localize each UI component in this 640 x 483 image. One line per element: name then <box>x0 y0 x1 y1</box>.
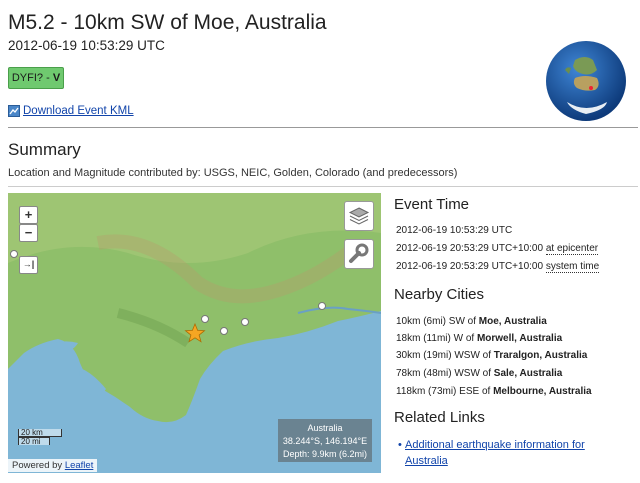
nearby-cities-heading: Nearby Cities <box>394 286 485 303</box>
epicenter-label[interactable]: at epicenter <box>545 243 599 255</box>
bullet-icon: • <box>398 439 402 451</box>
event-time-epicenter: 2012-06-19 20:53:29 UTC+10:00 at epicent… <box>396 243 599 255</box>
event-map[interactable]: + − →| Australia 38.244°S, 146.194°E Dep… <box>8 193 381 473</box>
city-name: Moe, Australia <box>478 316 547 327</box>
powered-by-text: Powered by <box>12 460 63 471</box>
system-time-label[interactable]: system time <box>545 261 600 273</box>
event-time-system: 2012-06-19 20:53:29 UTC+10:00 system tim… <box>396 261 600 273</box>
header-divider <box>8 127 638 128</box>
additional-info-link[interactable]: Additional earthquake information for Au… <box>405 439 585 467</box>
city-marker-3 <box>241 318 249 326</box>
event-time-heading: Event Time <box>394 196 470 213</box>
city-marker-2 <box>220 327 228 335</box>
nearby-city-item: 18km (11mi) W of Morwell, Australia <box>396 333 562 344</box>
city-name: Morwell, Australia <box>476 333 563 344</box>
info-region: Australia <box>307 423 343 433</box>
city-name: Sale, Australia <box>493 368 563 379</box>
scale-km: 20 km <box>18 429 62 437</box>
nearby-city-item: 118km (73mi) ESE of Melbourne, Australia <box>396 386 592 397</box>
info-coordinates: 38.244°S, 146.194°E <box>282 436 368 446</box>
city-name: Traralgon, Australia <box>493 350 588 361</box>
epicenter-star-icon <box>184 322 206 343</box>
city-marker-1 <box>201 315 209 323</box>
related-link-item: • Additional earthquake information for … <box>398 437 625 469</box>
dyfi-value: V <box>52 72 61 84</box>
city-marker-4 <box>318 302 326 310</box>
nearby-city-item: 78km (48mi) WSW of Sale, Australia <box>396 368 562 379</box>
kml-link-text: Download Event KML <box>23 105 134 117</box>
contributors-text: Location and Magnitude contributed by: U… <box>8 167 458 179</box>
city-distance: 18km (11mi) W of <box>396 333 475 344</box>
dyfi-badge[interactable]: DYFI? - V <box>8 67 64 89</box>
system-time-value: 2012-06-19 20:53:29 UTC+10:00 <box>396 261 544 272</box>
nearby-city-item: 10km (6mi) SW of Moe, Australia <box>396 316 547 327</box>
scale-mi: 20 mi <box>18 437 50 446</box>
leaflet-link[interactable]: Leaflet <box>65 460 94 471</box>
city-marker-5 <box>10 250 18 258</box>
kml-file-icon <box>8 105 20 117</box>
epicenter-time-value: 2012-06-19 20:53:29 UTC+10:00 <box>396 243 544 254</box>
summary-heading: Summary <box>8 140 81 159</box>
event-datetime: 2012-06-19 10:53:29 UTC <box>8 38 165 53</box>
info-depth: Depth: 9.9km (6.2mi) <box>282 449 368 459</box>
nearby-city-item: 30km (19mi) WSW of Traralgon, Australia <box>396 350 587 361</box>
page-title: M5.2 - 10km SW of Moe, Australia <box>8 11 327 34</box>
event-time-utc: 2012-06-19 10:53:29 UTC <box>396 225 513 236</box>
city-name: Melbourne, Australia <box>493 386 592 397</box>
summary-divider <box>8 186 638 187</box>
city-distance: 78km (48mi) WSW of <box>396 368 492 379</box>
city-distance: 30km (19mi) WSW of <box>396 350 492 361</box>
map-info-box: Australia 38.244°S, 146.194°E Depth: 9.9… <box>278 419 372 462</box>
city-distance: 10km (6mi) SW of <box>396 316 477 327</box>
related-links-heading: Related Links <box>394 409 485 426</box>
map-scale: 20 km 20 mi <box>18 429 68 446</box>
map-attribution: Powered by Leaflet <box>8 459 98 472</box>
download-kml-link[interactable]: Download Event KML <box>8 105 134 117</box>
globe-icon <box>546 41 626 121</box>
dyfi-label: DYFI? - <box>11 72 50 84</box>
city-distance: 118km (73mi) ESE of <box>396 386 491 397</box>
